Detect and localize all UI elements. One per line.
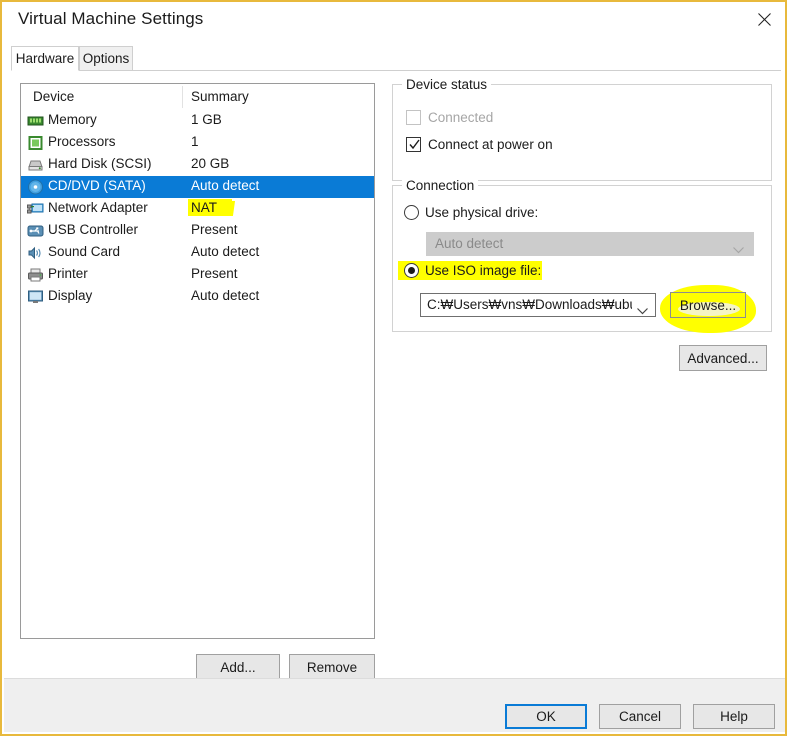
device-summary: NAT — [191, 200, 217, 215]
checkbox-box — [406, 137, 421, 152]
close-icon[interactable] — [741, 2, 785, 36]
help-label: Help — [720, 709, 748, 724]
table-row[interactable]: CD/DVD (SATA) Auto detect — [21, 176, 374, 198]
device-name: Processors — [48, 134, 116, 149]
use-iso-image-file-label: Use ISO image file: — [425, 263, 542, 278]
iso-path-input[interactable]: C:₩Users₩vns₩Downloads₩ubun — [420, 293, 656, 317]
remove-device-label: Remove — [306, 659, 358, 675]
browse-button[interactable]: Browse... — [670, 292, 746, 318]
add-device-label: Add... — [220, 659, 256, 675]
tab-hardware[interactable]: Hardware — [11, 46, 79, 71]
device-name: CD/DVD (SATA) — [48, 178, 146, 193]
physical-drive-value: Auto detect — [435, 236, 504, 251]
device-name: USB Controller — [48, 222, 139, 237]
device-name: Sound Card — [48, 244, 121, 259]
use-iso-image-file-radio[interactable]: Use ISO image file: — [404, 263, 541, 278]
device-status-group: Device status — [392, 77, 772, 181]
network-adapter-icon — [27, 201, 44, 217]
remove-device-button[interactable]: Remove — [289, 654, 375, 680]
virtual-machine-settings-window: Virtual Machine Settings Hardware Option… — [0, 0, 787, 736]
connected-checkbox: Connected — [406, 110, 493, 125]
usb-controller-icon — [27, 223, 44, 239]
device-list[interactable]: Device Summary Memory 1 GB Processors 1 — [20, 83, 375, 639]
title-bar: Virtual Machine Settings — [4, 2, 785, 40]
device-summary: 1 — [191, 134, 199, 149]
table-row[interactable]: Printer Present — [21, 264, 374, 286]
printer-icon — [27, 267, 44, 283]
table-row[interactable]: Hard Disk (SCSI) 20 GB — [21, 154, 374, 176]
browse-label: Browse... — [679, 297, 737, 313]
device-name: Memory — [48, 112, 97, 127]
table-row[interactable]: Display Auto detect — [21, 286, 374, 308]
tab-hardware-label: Hardware — [15, 51, 75, 66]
device-rows: Memory 1 GB Processors 1 Hard Disk (SCSI… — [21, 110, 374, 308]
device-name: Hard Disk (SCSI) — [48, 156, 152, 171]
cancel-label: Cancel — [618, 709, 662, 724]
cd-dvd-icon — [27, 179, 44, 195]
tab-options-label: Options — [82, 51, 130, 66]
connect-at-power-on-checkbox[interactable]: Connect at power on — [406, 137, 553, 152]
table-row[interactable]: Network Adapter NAT — [21, 198, 374, 220]
chevron-down-icon[interactable] — [637, 302, 648, 320]
device-status-legend: Device status — [402, 77, 492, 92]
column-divider — [182, 86, 183, 108]
physical-drive-dropdown: Auto detect — [426, 232, 754, 256]
memory-icon — [27, 113, 44, 129]
iso-path-value: C:₩Users₩vns₩Downloads₩ubun — [427, 297, 632, 312]
device-name: Network Adapter — [48, 200, 148, 215]
column-header-device: Device — [33, 89, 75, 104]
ok-button[interactable]: OK — [505, 704, 587, 729]
table-row[interactable]: Memory 1 GB — [21, 110, 374, 132]
tab-strip: Hardware Options — [11, 46, 781, 71]
connect-at-power-on-label: Connect at power on — [428, 137, 553, 152]
tab-options[interactable]: Options — [79, 46, 133, 71]
checkbox-box — [406, 110, 421, 125]
advanced-label: Advanced... — [687, 350, 759, 366]
radio-dot — [408, 267, 415, 274]
device-summary: 20 GB — [191, 156, 230, 171]
tab-underline — [11, 70, 781, 71]
use-physical-drive-label: Use physical drive: — [425, 205, 539, 220]
device-name: Printer — [48, 266, 88, 281]
table-row[interactable]: Sound Card Auto detect — [21, 242, 374, 264]
ok-label: OK — [536, 709, 556, 724]
use-physical-drive-radio[interactable]: Use physical drive: — [404, 205, 538, 220]
device-summary: 1 GB — [191, 112, 222, 127]
device-name: Display — [48, 288, 93, 303]
device-summary: Auto detect — [191, 178, 260, 193]
table-row[interactable]: USB Controller Present — [21, 220, 374, 242]
advanced-button[interactable]: Advanced... — [679, 345, 767, 371]
connected-label: Connected — [428, 110, 494, 125]
device-summary: Present — [191, 222, 238, 237]
radio-circle — [404, 205, 419, 220]
table-row[interactable]: Processors 1 — [21, 132, 374, 154]
processor-icon — [27, 135, 44, 151]
column-header-summary: Summary — [191, 89, 249, 104]
window-title: Virtual Machine Settings — [18, 9, 204, 28]
device-summary: Auto detect — [191, 288, 260, 303]
display-icon — [27, 289, 44, 305]
sound-card-icon — [27, 245, 44, 261]
hard-disk-icon — [27, 157, 44, 173]
add-device-button[interactable]: Add... — [196, 654, 280, 680]
help-button[interactable]: Help — [693, 704, 775, 729]
cancel-button[interactable]: Cancel — [599, 704, 681, 729]
chevron-down-icon — [733, 241, 744, 259]
connection-legend: Connection — [402, 178, 479, 193]
device-list-header: Device Summary — [21, 84, 374, 110]
check-icon — [409, 139, 420, 150]
device-summary: Auto detect — [191, 244, 260, 259]
device-summary: Present — [191, 266, 238, 281]
radio-circle — [404, 263, 419, 278]
